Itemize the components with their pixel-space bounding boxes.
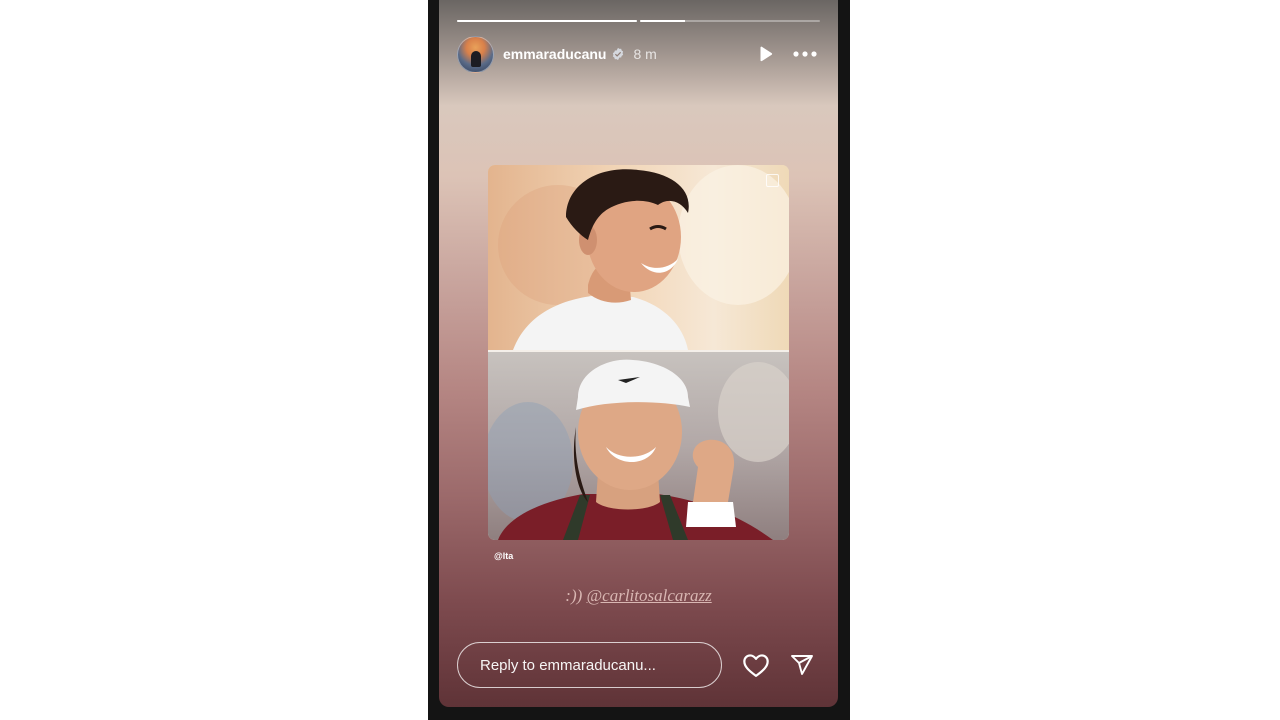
mention-link[interactable]: @carlitosalcarazz [587, 586, 712, 605]
verified-badge-icon [613, 47, 624, 61]
like-button[interactable] [740, 649, 772, 681]
story-progress [457, 20, 820, 22]
more-options-button[interactable] [792, 41, 818, 67]
post-time: 8 m [633, 46, 657, 62]
story-header: emmaraducanu 8 m [457, 35, 818, 73]
reply-bar [457, 641, 818, 689]
story-viewer: emmaraducanu 8 m @lta:)) @carlitosalcar… [439, 0, 838, 707]
username[interactable]: emmaraducanu [503, 46, 606, 62]
heart-icon [743, 654, 769, 677]
send-icon [791, 655, 813, 675]
progress-segment [640, 20, 820, 22]
progress-segment [457, 20, 637, 22]
photo-collage [488, 165, 789, 540]
photo-bottom [488, 352, 789, 540]
story-caption: :)) @carlitosalcarazz [439, 586, 838, 606]
photo-top [488, 165, 789, 350]
sticker-corner-icon [766, 174, 779, 187]
photo-credit: @lta [494, 551, 514, 561]
more-icon [793, 51, 817, 57]
play-button[interactable] [752, 41, 778, 67]
avatar[interactable] [457, 35, 494, 73]
share-button[interactable] [786, 649, 818, 681]
reply-input[interactable] [457, 642, 723, 688]
play-icon [760, 46, 773, 62]
woman-photo-illustration [488, 359, 789, 540]
caption-smiley: :)) [565, 586, 583, 605]
man-photo-illustration [498, 165, 789, 350]
